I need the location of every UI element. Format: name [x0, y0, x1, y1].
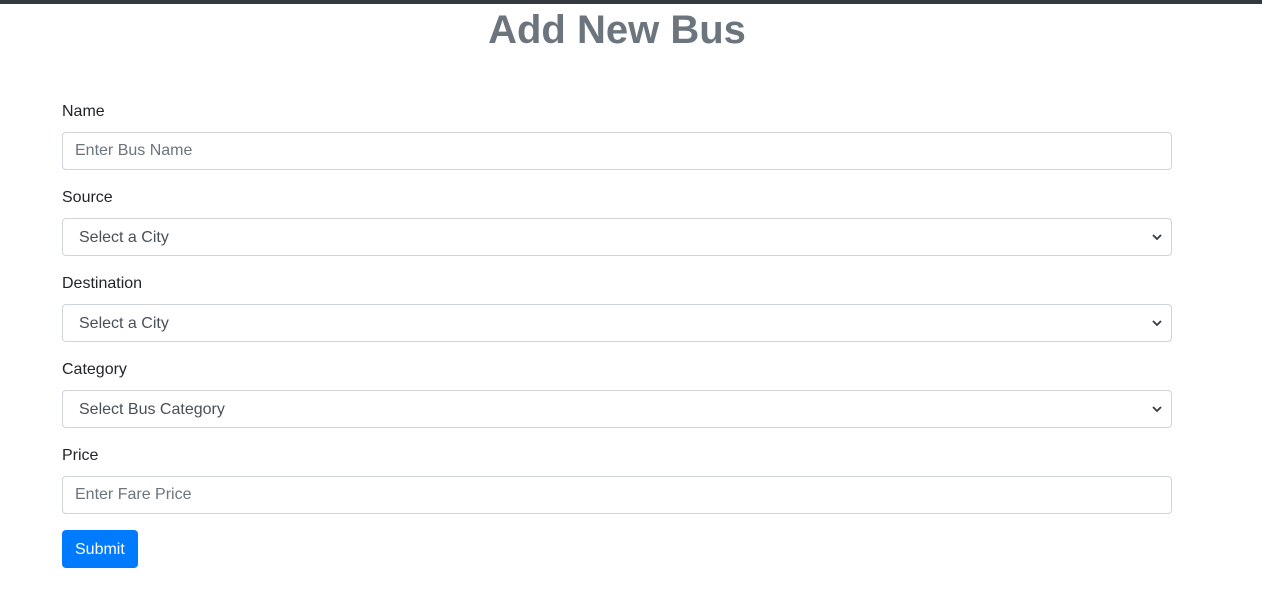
name-label: Name — [62, 103, 105, 120]
page-title: Add New Bus — [488, 8, 746, 52]
source-field-group: Source Select a City — [62, 186, 1172, 256]
destination-city-select[interactable]: Select a City — [62, 304, 1172, 342]
bus-category-select[interactable]: Select Bus Category — [62, 390, 1172, 428]
top-border-bar — [0, 0, 1262, 4]
price-label: Price — [62, 447, 99, 464]
fare-price-input[interactable] — [62, 476, 1172, 514]
category-field-group: Category Select Bus Category — [62, 358, 1172, 428]
source-label: Source — [62, 189, 113, 206]
name-field-group: Name — [62, 100, 1172, 170]
chevron-down-icon — [1149, 391, 1165, 427]
chevron-down-icon — [1149, 219, 1165, 255]
source-select-value: Select a City — [79, 229, 169, 246]
bus-name-input[interactable] — [62, 132, 1172, 170]
price-field-group: Price — [62, 444, 1172, 514]
category-select-value: Select Bus Category — [79, 401, 225, 418]
source-city-select[interactable]: Select a City — [62, 218, 1172, 256]
category-label: Category — [62, 361, 127, 378]
submit-button[interactable]: Submit — [62, 530, 138, 568]
destination-label: Destination — [62, 275, 143, 292]
destination-field-group: Destination Select a City — [62, 272, 1172, 342]
destination-select-value: Select a City — [79, 315, 169, 332]
add-bus-form: Name Source Select a City Destination Se… — [62, 100, 1172, 568]
chevron-down-icon — [1149, 305, 1165, 341]
